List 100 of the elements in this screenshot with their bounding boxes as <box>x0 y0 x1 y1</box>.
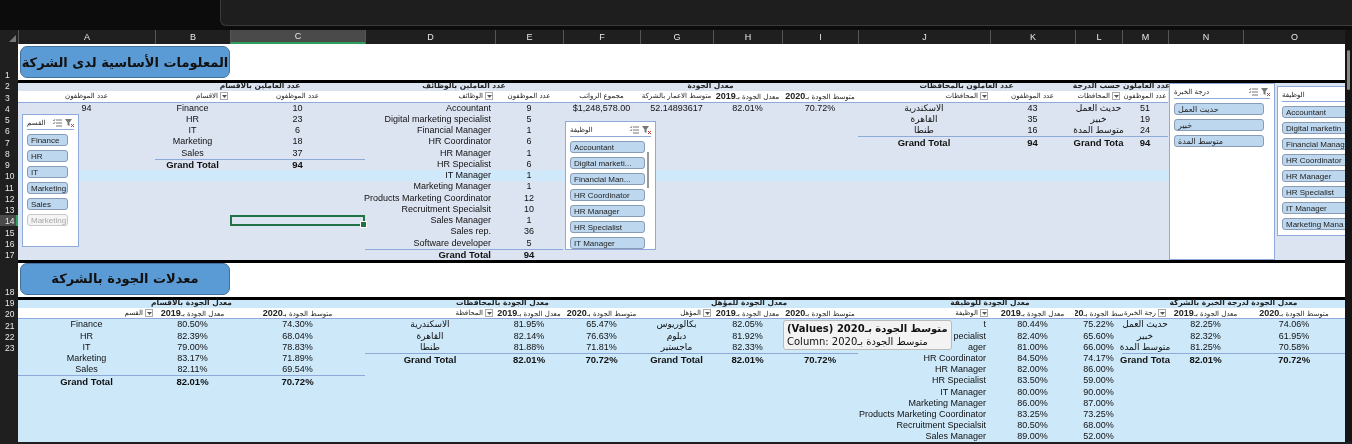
table-cell: 82.40% <box>1017 330 1048 342</box>
row-header[interactable]: 23 <box>0 341 18 353</box>
slicer-item[interactable]: Accountant <box>1282 106 1345 118</box>
table-cell: 1 <box>526 147 532 159</box>
row-header[interactable]: 22 <box>0 330 18 342</box>
table-cell: القاهرة <box>416 330 444 342</box>
table-cell: Finance <box>176 102 209 114</box>
row-header[interactable]: 15 <box>0 226 18 238</box>
clear-filter-icon[interactable] <box>642 126 651 134</box>
table-cell: Software developer <box>413 237 491 249</box>
row-header[interactable]: 16 <box>0 237 18 249</box>
slicer-item[interactable]: متوسط المدة <box>1174 135 1264 147</box>
table-cell: HR <box>80 330 93 342</box>
row-header[interactable]: 11 <box>0 181 18 193</box>
row-header[interactable]: 1 <box>0 44 18 80</box>
table-cell: 81.88% <box>513 341 545 353</box>
table-cell: 82.05% <box>732 319 763 331</box>
row-header[interactable]: 10 <box>0 170 18 182</box>
slicer-item[interactable]: IT Manager <box>570 237 645 249</box>
table-cell: 1 <box>526 170 532 182</box>
slicer-item[interactable]: HR Manager <box>570 205 645 217</box>
clear-filter-icon[interactable] <box>65 119 74 127</box>
slicer-item[interactable]: Financial Man... <box>570 173 645 185</box>
table-cell: Recruitment Specialsit <box>401 203 491 215</box>
row-header[interactable]: 4 <box>0 102 18 114</box>
table-cell: 80.44% <box>1017 319 1048 331</box>
row-header[interactable]: 20 <box>0 308 18 320</box>
slicer-item[interactable]: حديث العمل <box>1174 103 1264 115</box>
row-header[interactable]: 12 <box>0 192 18 204</box>
filter-dropdown[interactable] <box>485 309 493 318</box>
slicer-item[interactable]: خبير <box>1174 119 1264 131</box>
row-header[interactable]: 2 <box>0 80 18 92</box>
table-cell: 76.63% <box>586 330 617 342</box>
table-cell: 83.25% <box>1017 408 1048 420</box>
filter-dropdown[interactable] <box>220 92 228 101</box>
row-header[interactable]: 7 <box>0 136 18 148</box>
grand-total-cell: Grand Tota <box>1073 136 1124 148</box>
filter-dropdown[interactable] <box>1112 92 1120 101</box>
table-cell: Accountant <box>445 102 491 114</box>
row-header[interactable]: 5 <box>0 113 18 125</box>
slicer-item[interactable]: Digital marketi... <box>570 157 645 169</box>
slicer-item[interactable]: HR Specialist <box>570 221 645 233</box>
row-header[interactable]: 18 <box>0 260 18 297</box>
slicer-item[interactable]: HR Coordinator <box>570 189 645 201</box>
row-header[interactable]: 21 <box>0 319 18 331</box>
clear-filter-icon[interactable] <box>1261 88 1270 96</box>
table-cell: حديث العمل <box>1122 319 1168 331</box>
table-cell: 65.60% <box>1083 330 1114 342</box>
multi-select-icon[interactable] <box>630 126 639 134</box>
slicer-item[interactable]: HR <box>27 150 68 162</box>
filter-dropdown[interactable] <box>980 309 988 318</box>
table-cell: 1 <box>526 125 532 137</box>
slicer-item[interactable]: Finance <box>27 134 68 146</box>
table-cell: طنطا <box>420 341 440 353</box>
filter-dropdown[interactable] <box>703 309 711 318</box>
table-cell: القاهرة <box>910 113 938 125</box>
slicer-item[interactable]: Marketing Mana <box>1282 218 1345 230</box>
table-cell: 86.00% <box>1083 364 1114 376</box>
multi-select-icon[interactable] <box>1249 88 1258 96</box>
row-header[interactable]: 9 <box>0 158 18 170</box>
filter-dropdown[interactable] <box>1158 309 1166 318</box>
row-header[interactable]: 19 <box>0 297 18 309</box>
row-header[interactable]: 8 <box>0 147 18 159</box>
row-header[interactable]: 6 <box>0 125 18 137</box>
active-cell[interactable] <box>230 215 365 227</box>
table-cell: 70.58% <box>1278 341 1310 353</box>
column-header[interactable]: C <box>230 30 365 44</box>
row-header[interactable]: 13 <box>0 203 18 215</box>
table-cell: ager <box>968 341 986 353</box>
filter-dropdown[interactable] <box>980 92 988 101</box>
table-cell: Marketing Manager <box>413 181 491 193</box>
table-cell: 74.17% <box>1083 353 1114 365</box>
table-cell: Products Marketing Coordinator <box>858 408 986 420</box>
slicer-item[interactable]: Sales <box>27 198 68 210</box>
slicer-item[interactable]: Financial Manag <box>1282 138 1345 150</box>
slicer-item[interactable]: IT <box>27 166 68 178</box>
slicer-item[interactable]: IT Manager <box>1282 202 1345 214</box>
table-cell: بكالوريوس <box>656 319 697 331</box>
slicer-item[interactable]: Marketing <box>27 182 68 194</box>
table-cell: 78.83% <box>282 341 313 353</box>
filter-dropdown[interactable] <box>485 92 493 101</box>
grand-total-cell: Grand Total <box>438 249 491 261</box>
table-cell: t <box>983 319 986 331</box>
multi-select-icon[interactable] <box>53 119 62 127</box>
table-cell: 82.00% <box>1017 364 1048 376</box>
table-cell: 6 <box>295 125 300 137</box>
slicer-item[interactable]: HR Manager <box>1282 170 1345 182</box>
table-cell: Digital marketing specialist <box>384 113 491 125</box>
slicer-item[interactable]: HR Specialist <box>1282 186 1345 198</box>
slicer-item[interactable]: Accountant <box>570 141 645 153</box>
slicer-item[interactable]: HR Coordinator <box>1282 154 1345 166</box>
slicer-scrollbar[interactable] <box>647 152 649 188</box>
grand-total-cell: 94 <box>523 249 535 261</box>
table-cell: IT Manager <box>940 386 986 398</box>
filter-dropdown[interactable] <box>145 309 153 318</box>
row-header[interactable]: 3 <box>0 91 18 103</box>
slicer-item[interactable]: Digital marketin <box>1282 122 1345 134</box>
vertical-scrollbar[interactable] <box>1345 30 1352 443</box>
select-all-icon[interactable] <box>9 35 16 42</box>
row-header[interactable]: 17 <box>0 248 18 260</box>
